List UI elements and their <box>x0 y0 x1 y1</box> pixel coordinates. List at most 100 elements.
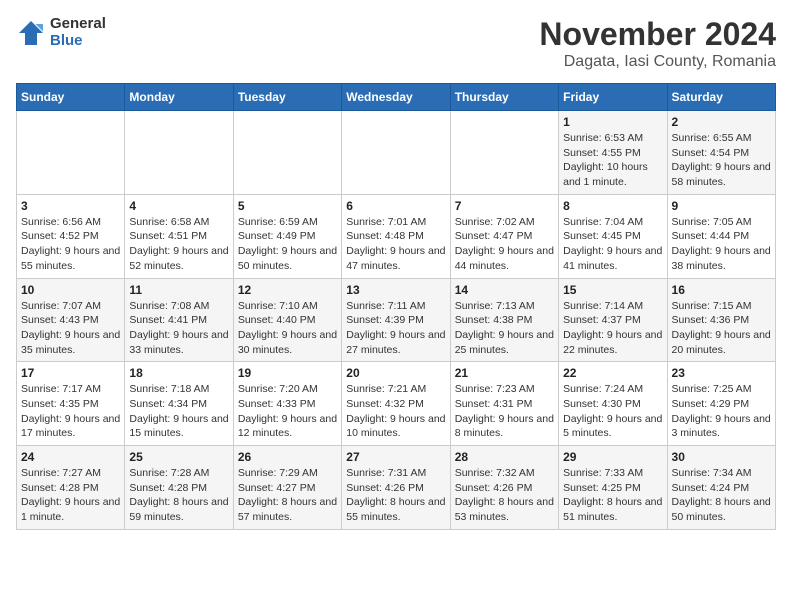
day-detail: Sunrise: 7:05 AMSunset: 4:44 PMDaylight:… <box>672 215 771 274</box>
day-number: 14 <box>455 283 554 297</box>
logo-general-text: General <box>50 16 106 33</box>
calendar-cell: 19Sunrise: 7:20 AMSunset: 4:33 PMDayligh… <box>233 362 341 446</box>
calendar-cell <box>125 111 233 195</box>
day-detail: Sunrise: 6:59 AMSunset: 4:49 PMDaylight:… <box>238 215 337 274</box>
weekday-header-wednesday: Wednesday <box>342 84 450 111</box>
day-detail: Sunrise: 6:55 AMSunset: 4:54 PMDaylight:… <box>672 131 771 190</box>
calendar-subtitle: Dagata, Iasi County, Romania <box>539 53 776 71</box>
page-header: General Blue November 2024 Dagata, Iasi … <box>16 16 776 71</box>
calendar-cell: 8 Sunrise: 7:04 AMSunset: 4:45 PMDaylight… <box>559 194 667 278</box>
logo-blue-text: Blue <box>50 33 106 50</box>
day-number: 13 <box>346 283 445 297</box>
calendar-week-1: 1Sunrise: 6:53 AMSunset: 4:55 PMDaylight… <box>17 111 776 195</box>
day-detail: Sunrise: 7:29 AMSunset: 4:27 PMDaylight:… <box>238 466 337 525</box>
calendar-cell <box>342 111 450 195</box>
calendar-week-3: 10Sunrise: 7:07 AMSunset: 4:43 PMDayligh… <box>17 278 776 362</box>
day-detail: Sunrise: 7:04 AMSunset: 4:45 PMDaylight:… <box>563 215 662 274</box>
day-number: 29 <box>563 450 662 464</box>
day-number: 24 <box>21 450 120 464</box>
weekday-header-row: SundayMondayTuesdayWednesdayThursdayFrid… <box>17 84 776 111</box>
day-number: 4 <box>129 199 228 213</box>
weekday-header-tuesday: Tuesday <box>233 84 341 111</box>
day-detail: Sunrise: 7:34 AMSunset: 4:24 PMDaylight:… <box>672 466 771 525</box>
day-detail: Sunrise: 7:10 AMSunset: 4:40 PMDaylight:… <box>238 299 337 358</box>
calendar-cell: 12 Sunrise: 7:10 AMSunset: 4:40 PMDayligh… <box>233 278 341 362</box>
calendar-cell: 2 Sunrise: 6:55 AMSunset: 4:54 PMDaylight… <box>667 111 775 195</box>
calendar-cell: 6 Sunrise: 7:01 AMSunset: 4:48 PMDaylight… <box>342 194 450 278</box>
day-detail: Sunrise: 7:27 AMSunset: 4:28 PMDaylight:… <box>21 466 120 525</box>
weekday-header-saturday: Saturday <box>667 84 775 111</box>
calendar-cell: 27 Sunrise: 7:31 AMSunset: 4:26 PMDayligh… <box>342 446 450 530</box>
day-detail: Sunrise: 7:01 AMSunset: 4:48 PMDaylight:… <box>346 215 445 274</box>
day-number: 28 <box>455 450 554 464</box>
day-number: 23 <box>672 366 771 380</box>
calendar-cell <box>233 111 341 195</box>
day-number: 27 <box>346 450 445 464</box>
day-detail: Sunrise: 7:21 AMSunset: 4:32 PMDaylight:… <box>346 382 445 441</box>
logo-icon <box>16 18 46 48</box>
day-detail: Sunrise: 6:53 AMSunset: 4:55 PMDaylight:… <box>563 131 662 190</box>
calendar-header: SundayMondayTuesdayWednesdayThursdayFrid… <box>17 84 776 111</box>
day-detail: Sunrise: 7:11 AMSunset: 4:39 PMDaylight:… <box>346 299 445 358</box>
day-number: 26 <box>238 450 337 464</box>
day-number: 18 <box>129 366 228 380</box>
day-detail: Sunrise: 7:17 AMSunset: 4:35 PMDaylight:… <box>21 382 120 441</box>
calendar-body: 1Sunrise: 6:53 AMSunset: 4:55 PMDaylight… <box>17 111 776 530</box>
calendar-week-4: 17 Sunrise: 7:17 AMSunset: 4:35 PMDayligh… <box>17 362 776 446</box>
day-detail: Sunrise: 7:15 AMSunset: 4:36 PMDaylight:… <box>672 299 771 358</box>
calendar-cell: 9 Sunrise: 7:05 AMSunset: 4:44 PMDaylight… <box>667 194 775 278</box>
calendar-cell: 24 Sunrise: 7:27 AMSunset: 4:28 PMDayligh… <box>17 446 125 530</box>
calendar-cell: 22Sunrise: 7:24 AMSunset: 4:30 PMDayligh… <box>559 362 667 446</box>
day-number: 22 <box>563 366 662 380</box>
day-detail: Sunrise: 7:25 AMSunset: 4:29 PMDaylight:… <box>672 382 771 441</box>
calendar-cell: 30Sunrise: 7:34 AMSunset: 4:24 PMDayligh… <box>667 446 775 530</box>
calendar-cell: 17 Sunrise: 7:17 AMSunset: 4:35 PMDayligh… <box>17 362 125 446</box>
day-detail: Sunrise: 7:23 AMSunset: 4:31 PMDaylight:… <box>455 382 554 441</box>
day-detail: Sunrise: 7:18 AMSunset: 4:34 PMDaylight:… <box>129 382 228 441</box>
day-number: 16 <box>672 283 771 297</box>
day-number: 21 <box>455 366 554 380</box>
calendar-cell: 23 Sunrise: 7:25 AMSunset: 4:29 PMDayligh… <box>667 362 775 446</box>
calendar-cell: 21 Sunrise: 7:23 AMSunset: 4:31 PMDayligh… <box>450 362 558 446</box>
day-number: 2 <box>672 115 771 129</box>
day-detail: Sunrise: 7:32 AMSunset: 4:26 PMDaylight:… <box>455 466 554 525</box>
weekday-header-thursday: Thursday <box>450 84 558 111</box>
day-number: 17 <box>21 366 120 380</box>
calendar-cell: 4 Sunrise: 6:58 AMSunset: 4:51 PMDaylight… <box>125 194 233 278</box>
calendar-cell: 3 Sunrise: 6:56 AMSunset: 4:52 PMDaylight… <box>17 194 125 278</box>
calendar-week-2: 3 Sunrise: 6:56 AMSunset: 4:52 PMDaylight… <box>17 194 776 278</box>
day-detail: Sunrise: 6:56 AMSunset: 4:52 PMDaylight:… <box>21 215 120 274</box>
day-number: 6 <box>346 199 445 213</box>
calendar-cell: 29 Sunrise: 7:33 AMSunset: 4:25 PMDayligh… <box>559 446 667 530</box>
calendar-cell: 28 Sunrise: 7:32 AMSunset: 4:26 PMDayligh… <box>450 446 558 530</box>
logo: General Blue <box>16 16 106 49</box>
calendar-cell: 18 Sunrise: 7:18 AMSunset: 4:34 PMDayligh… <box>125 362 233 446</box>
calendar-cell: 16 Sunrise: 7:15 AMSunset: 4:36 PMDayligh… <box>667 278 775 362</box>
day-detail: Sunrise: 7:31 AMSunset: 4:26 PMDaylight:… <box>346 466 445 525</box>
day-number: 3 <box>21 199 120 213</box>
day-detail: Sunrise: 7:02 AMSunset: 4:47 PMDaylight:… <box>455 215 554 274</box>
weekday-header-friday: Friday <box>559 84 667 111</box>
calendar-cell: 14Sunrise: 7:13 AMSunset: 4:38 PMDayligh… <box>450 278 558 362</box>
calendar-cell: 15 Sunrise: 7:14 AMSunset: 4:37 PMDayligh… <box>559 278 667 362</box>
day-number: 11 <box>129 283 228 297</box>
calendar-cell: 10Sunrise: 7:07 AMSunset: 4:43 PMDayligh… <box>17 278 125 362</box>
calendar-cell: 11Sunrise: 7:08 AMSunset: 4:41 PMDayligh… <box>125 278 233 362</box>
calendar-week-5: 24 Sunrise: 7:27 AMSunset: 4:28 PMDayligh… <box>17 446 776 530</box>
day-number: 12 <box>238 283 337 297</box>
day-number: 25 <box>129 450 228 464</box>
day-number: 8 <box>563 199 662 213</box>
calendar-cell: 13 Sunrise: 7:11 AMSunset: 4:39 PMDayligh… <box>342 278 450 362</box>
day-detail: Sunrise: 7:14 AMSunset: 4:37 PMDaylight:… <box>563 299 662 358</box>
day-detail: Sunrise: 6:58 AMSunset: 4:51 PMDaylight:… <box>129 215 228 274</box>
calendar-table: SundayMondayTuesdayWednesdayThursdayFrid… <box>16 83 776 530</box>
calendar-cell: 25Sunrise: 7:28 AMSunset: 4:28 PMDayligh… <box>125 446 233 530</box>
calendar-title: November 2024 <box>539 16 776 53</box>
calendar-cell: 1Sunrise: 6:53 AMSunset: 4:55 PMDaylight… <box>559 111 667 195</box>
calendar-cell <box>450 111 558 195</box>
day-number: 15 <box>563 283 662 297</box>
weekday-header-sunday: Sunday <box>17 84 125 111</box>
day-detail: Sunrise: 7:33 AMSunset: 4:25 PMDaylight:… <box>563 466 662 525</box>
day-number: 9 <box>672 199 771 213</box>
day-detail: Sunrise: 7:07 AMSunset: 4:43 PMDaylight:… <box>21 299 120 358</box>
